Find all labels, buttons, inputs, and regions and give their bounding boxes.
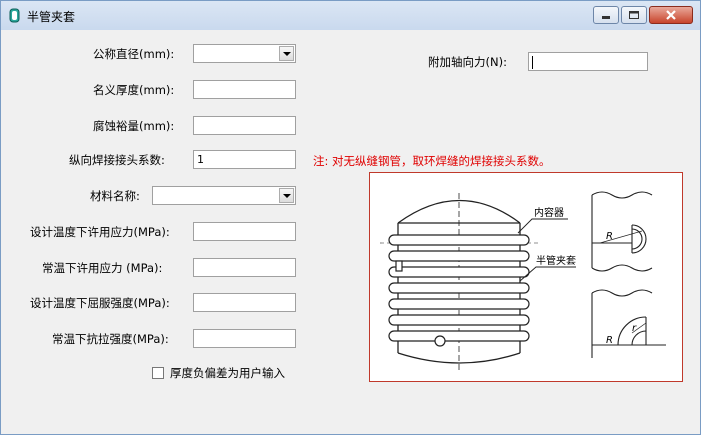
allow-stress-design-label: 设计温度下许用应力(MPa): (30, 225, 170, 239)
jacket-diagram: 内容器 半管夹套 R R r (369, 172, 683, 382)
nominal-diameter-select[interactable] (193, 44, 296, 63)
allow-stress-room-input[interactable] (193, 258, 296, 277)
thickness-tolerance-checkbox-label[interactable]: 厚度负偏差为用户输入 (170, 365, 285, 381)
text-cursor (532, 55, 533, 69)
maximize-icon (629, 11, 639, 19)
window-title: 半管夹套 (27, 10, 76, 24)
weld-note: 注: 对无纵缝钢管，取环焊缝的焊接接头系数。 (313, 154, 551, 168)
nominal-thickness-label: 名义厚度(mm): (93, 83, 175, 97)
tensile-strength-room-label: 常温下抗拉强度(MPa): (52, 332, 169, 346)
small-radius-label: r (632, 323, 637, 334)
chevron-down-icon[interactable] (279, 188, 294, 203)
maximize-button[interactable] (621, 6, 647, 24)
thickness-tolerance-checkbox[interactable] (152, 367, 164, 379)
jacket-diagram-svg: 内容器 半管夹套 R R r (380, 191, 666, 373)
half-pipe-label: 半管夹套 (536, 254, 576, 267)
allow-stress-room-label: 常温下许用应力 (MPa): (42, 261, 163, 275)
nominal-thickness-input[interactable] (193, 80, 296, 99)
close-icon (666, 10, 676, 20)
nominal-diameter-label: 公称直径(mm): (93, 47, 175, 61)
corrosion-allowance-label: 腐蚀裕量(mm): (93, 119, 175, 133)
axial-force-input[interactable] (528, 52, 648, 71)
inner-vessel-label: 内容器 (534, 206, 564, 219)
weld-coefficient-input[interactable]: 1 (193, 150, 296, 169)
yield-strength-design-label: 设计温度下屈服强度(MPa): (30, 296, 170, 310)
close-button[interactable] (649, 6, 693, 24)
axial-force-label: 附加轴向力(N): (428, 55, 507, 69)
dialog-body: 公称直径(mm): 名义厚度(mm): 腐蚀裕量(mm): 纵向焊接接头系数: … (8, 31, 694, 429)
title-bar: 半管夹套 (1, 1, 700, 30)
app-icon (9, 8, 20, 23)
material-name-select[interactable] (152, 186, 296, 205)
allow-stress-design-input[interactable] (193, 222, 296, 241)
weld-coefficient-label: 纵向焊接接头系数: (69, 153, 165, 167)
main-window: 半管夹套 公称直径(mm): 名义厚度(mm): 腐蚀裕量(mm): 纵向焊接接… (0, 0, 701, 435)
radius-label-top: R (606, 231, 613, 242)
tensile-strength-room-input[interactable] (193, 329, 296, 348)
corrosion-allowance-input[interactable] (193, 116, 296, 135)
minimize-button[interactable] (593, 6, 619, 24)
material-name-label: 材料名称: (90, 189, 140, 203)
minimize-icon (602, 16, 610, 19)
yield-strength-design-input[interactable] (193, 293, 296, 312)
chevron-down-icon[interactable] (279, 46, 294, 61)
radius-label-bottom: R (606, 335, 613, 346)
